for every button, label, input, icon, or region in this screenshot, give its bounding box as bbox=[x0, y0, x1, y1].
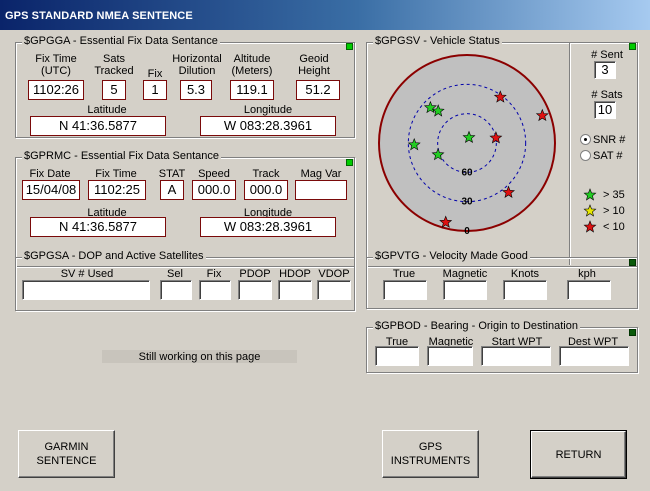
rmc-fix-time-field[interactable]: 1102:25 bbox=[88, 180, 146, 200]
gsa-vdop-field[interactable] bbox=[317, 280, 351, 300]
vtg-knots-field[interactable] bbox=[503, 280, 547, 300]
vtg-group: $GPVTG - Velocity Made Good True Magneti… bbox=[366, 250, 638, 309]
gga-latitude-label: Latitude bbox=[87, 104, 127, 116]
bod-dest-wpt-field[interactable] bbox=[559, 346, 629, 366]
gsa-pdop-label: PDOP bbox=[239, 268, 271, 280]
gga-altitude-label: Altitude (Meters) bbox=[231, 53, 273, 77]
legend-high-label: > 35 bbox=[603, 189, 625, 201]
legend-mid-label: > 10 bbox=[603, 205, 625, 217]
rmc-track-field[interactable]: 000.0 bbox=[244, 180, 288, 200]
gsa-sel-field[interactable] bbox=[160, 280, 192, 300]
rmc-stat-label: STAT bbox=[158, 168, 186, 180]
bod-status-led bbox=[629, 329, 636, 336]
sat-radio[interactable] bbox=[580, 150, 591, 161]
return-button[interactable]: RETURN bbox=[530, 430, 627, 479]
gsa-fix-label: Fix bbox=[206, 268, 222, 280]
garmin-sentence-button[interactable]: GARMIN SENTENCE bbox=[18, 430, 115, 478]
vtg-knots-label: Knots bbox=[510, 268, 540, 280]
gsv-group: $GPGSV - Vehicle Status 60 30 0 # Sent 3 #… bbox=[366, 35, 638, 267]
vtg-true-field[interactable] bbox=[383, 280, 427, 300]
rmc-fix-date-field[interactable]: 15/04/08 bbox=[22, 180, 80, 200]
bod-true-field[interactable] bbox=[375, 346, 419, 366]
rmc-track-label: Track bbox=[252, 168, 280, 180]
gsa-sv-used-label: SV # Used bbox=[60, 268, 114, 280]
gsa-sv-used-field[interactable] bbox=[22, 280, 150, 300]
gsa-sel-label: Sel bbox=[167, 268, 183, 280]
rmc-latitude-field[interactable]: N 41:36.5877 bbox=[30, 217, 166, 237]
rmc-fix-time-label: Fix Time bbox=[95, 168, 137, 180]
gga-hdop-field[interactable]: 5.3 bbox=[180, 80, 212, 100]
vtg-magnetic-label: Magnetic bbox=[442, 268, 488, 280]
main-panel: $GPGGA - Essential Fix Data Sentance Fix… bbox=[0, 30, 650, 491]
elevation-label-0: 0 bbox=[464, 226, 470, 237]
gga-hdop-label: Horizontal Dilution bbox=[172, 53, 222, 77]
vtg-true-label: True bbox=[392, 268, 416, 280]
rmc-fix-date-label: Fix Date bbox=[29, 168, 71, 180]
gsa-pdop-field[interactable] bbox=[238, 280, 272, 300]
gsa-fix-field[interactable] bbox=[199, 280, 231, 300]
gga-group: $GPGGA - Essential Fix Data Sentance Fix… bbox=[15, 35, 355, 138]
gga-latitude-field[interactable]: N 41:36.5877 bbox=[30, 116, 166, 136]
gga-geoid-label: Geoid Height bbox=[298, 53, 330, 77]
gga-altitude-field[interactable]: 119.1 bbox=[230, 80, 274, 100]
rmc-mag-var-label: Mag Var bbox=[300, 168, 342, 180]
vtg-magnetic-field[interactable] bbox=[443, 280, 487, 300]
bod-start-wpt-field[interactable] bbox=[481, 346, 551, 366]
rmc-speed-label: Speed bbox=[198, 168, 230, 180]
snr-legend-icons bbox=[583, 188, 597, 233]
gga-geoid-field[interactable]: 51.2 bbox=[296, 80, 340, 100]
gsa-title: $GPGSA - DOP and Active Satellites bbox=[22, 250, 206, 262]
bod-group: $GPBOD - Bearing - Origin to Destination… bbox=[366, 320, 638, 373]
bod-title: $GPBOD - Bearing - Origin to Destination bbox=[373, 320, 580, 332]
gsv-sats-label: # Sats bbox=[591, 89, 623, 101]
gga-title: $GPGGA - Essential Fix Data Sentance bbox=[22, 35, 220, 47]
rmc-title: $GPRMC - Essential Fix Data Sentance bbox=[22, 150, 222, 162]
gga-fix-time-field[interactable]: 1102:26 bbox=[28, 80, 84, 100]
gsv-sent-field[interactable]: 3 bbox=[594, 61, 616, 79]
gga-sats-tracked-field[interactable]: 5 bbox=[102, 80, 126, 100]
bod-magnetic-field[interactable] bbox=[427, 346, 473, 366]
vtg-kph-field[interactable] bbox=[567, 280, 611, 300]
vtg-kph-label: kph bbox=[578, 268, 596, 280]
status-message: Still working on this page bbox=[102, 350, 297, 363]
gga-fix-time-label: Fix Time (UTC) bbox=[35, 53, 77, 77]
elevation-label-30: 30 bbox=[461, 197, 473, 208]
legend-icon-2 bbox=[583, 204, 597, 217]
gga-longitude-field[interactable]: W 083:28.3961 bbox=[200, 116, 336, 136]
snr-radio-label[interactable]: SNR # bbox=[593, 134, 625, 146]
snr-radio[interactable] bbox=[580, 134, 591, 145]
gga-status-led bbox=[346, 43, 353, 50]
rmc-speed-field[interactable]: 000.0 bbox=[192, 180, 236, 200]
gsa-hdop-field[interactable] bbox=[278, 280, 312, 300]
window-title: GPS STANDARD NMEA SENTENCE bbox=[0, 0, 650, 30]
legend-low-label: < 10 bbox=[603, 221, 625, 233]
gsa-hdop-label: HDOP bbox=[279, 268, 311, 280]
rmc-stat-field[interactable]: A bbox=[160, 180, 184, 200]
gga-longitude-label: Longitude bbox=[243, 104, 293, 116]
gsa-group: $GPGSA - DOP and Active Satellites SV # … bbox=[15, 250, 355, 311]
vtg-title: $GPVTG - Velocity Made Good bbox=[373, 250, 530, 262]
elevation-label-60: 60 bbox=[461, 167, 473, 178]
gsv-sats-field[interactable]: 10 bbox=[594, 101, 616, 119]
vtg-status-led bbox=[629, 259, 636, 266]
legend-icon-1 bbox=[583, 188, 597, 201]
gsv-sent-label: # Sent bbox=[591, 49, 623, 61]
gsa-vdop-label: VDOP bbox=[318, 268, 350, 280]
rmc-longitude-field[interactable]: W 083:28.3961 bbox=[200, 217, 336, 237]
gga-fix-field[interactable]: 1 bbox=[143, 80, 167, 100]
sat-radio-label[interactable]: SAT # bbox=[593, 150, 623, 162]
rmc-status-led bbox=[346, 159, 353, 166]
gga-sats-tracked-label: Sats Tracked bbox=[94, 53, 134, 77]
rmc-mag-var-field[interactable] bbox=[295, 180, 347, 200]
satellite-sky-plot: 60 30 0 bbox=[378, 54, 556, 237]
legend-icon-3 bbox=[583, 220, 597, 233]
gga-fix-label: Fix bbox=[147, 68, 163, 80]
gps-instruments-button[interactable]: GPS INSTRUMENTS bbox=[382, 430, 479, 478]
